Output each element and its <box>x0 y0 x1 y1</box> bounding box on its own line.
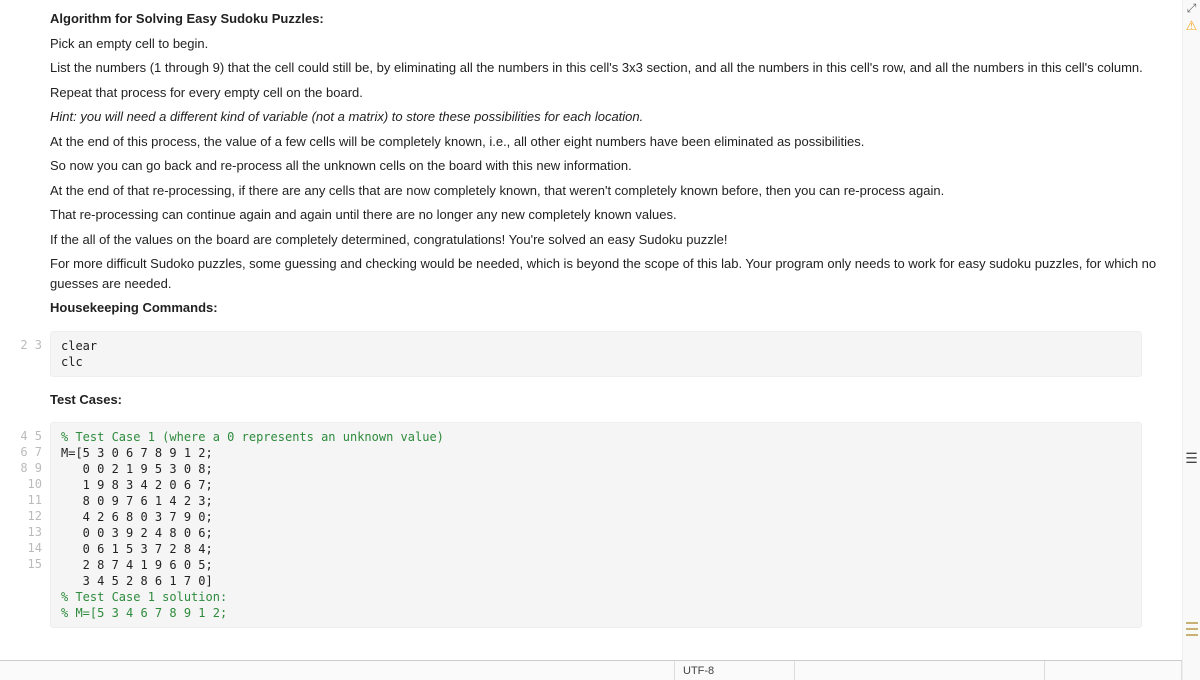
document-content[interactable]: Algorithm for Solving Easy Sudoku Puzzle… <box>0 0 1182 660</box>
line-gutter: 4 5 6 7 8 9 10 11 12 13 14 15 <box>10 422 48 628</box>
instruction-paragraph: At the end of this process, the value of… <box>50 132 1182 152</box>
right-margin-rail: ⤢ ⚠ ☰ <box>1182 0 1200 680</box>
instruction-paragraph: Pick an empty cell to begin. <box>50 34 1182 54</box>
instructions-block: Algorithm for Solving Easy Sudoku Puzzle… <box>0 0 1182 327</box>
instruction-hint: Hint: you will need a different kind of … <box>50 107 1182 127</box>
code-block-testcases[interactable]: 4 5 6 7 8 9 10 11 12 13 14 15 % Test Cas… <box>50 422 1142 628</box>
expand-icon[interactable]: ⤢ <box>1184 0 1200 16</box>
margin-mark <box>1186 634 1198 636</box>
housekeeping-heading: Housekeeping Commands: <box>50 298 1182 318</box>
menu-icon[interactable]: ☰ <box>1184 450 1200 466</box>
instruction-paragraph: List the numbers (1 through 9) that the … <box>50 58 1182 78</box>
status-encoding[interactable]: UTF-8 <box>675 661 795 680</box>
line-gutter: 2 3 <box>10 331 48 377</box>
code-content[interactable]: clear clc <box>50 331 1142 377</box>
instruction-paragraph: For more difficult Sudoko puzzles, some … <box>50 254 1182 293</box>
algorithm-heading: Algorithm for Solving Easy Sudoku Puzzle… <box>50 9 1182 29</box>
instruction-paragraph: Repeat that process for every empty cell… <box>50 83 1182 103</box>
status-spacer <box>1045 661 1182 680</box>
code-content[interactable]: % Test Case 1 (where a 0 represents an u… <box>50 422 1142 628</box>
testcases-heading: Test Cases: <box>50 390 1182 410</box>
status-segment <box>795 661 1045 680</box>
warning-icon[interactable]: ⚠ <box>1184 18 1200 34</box>
margin-mark <box>1186 622 1198 624</box>
code-block-housekeeping[interactable]: 2 3 clear clc <box>50 331 1142 377</box>
testcases-block: Test Cases: <box>0 381 1182 419</box>
editor-main: Algorithm for Solving Easy Sudoku Puzzle… <box>0 0 1182 680</box>
encoding-label: UTF-8 <box>683 665 714 677</box>
status-spacer <box>0 661 675 680</box>
status-bar: UTF-8 <box>0 660 1182 680</box>
margin-marks <box>1186 618 1198 640</box>
instruction-paragraph: So now you can go back and re-process al… <box>50 156 1182 176</box>
instruction-paragraph: If the all of the values on the board ar… <box>50 230 1182 250</box>
instruction-paragraph: At the end of that re-processing, if the… <box>50 181 1182 201</box>
margin-mark <box>1186 628 1198 630</box>
instruction-paragraph: That re-processing can continue again an… <box>50 205 1182 225</box>
